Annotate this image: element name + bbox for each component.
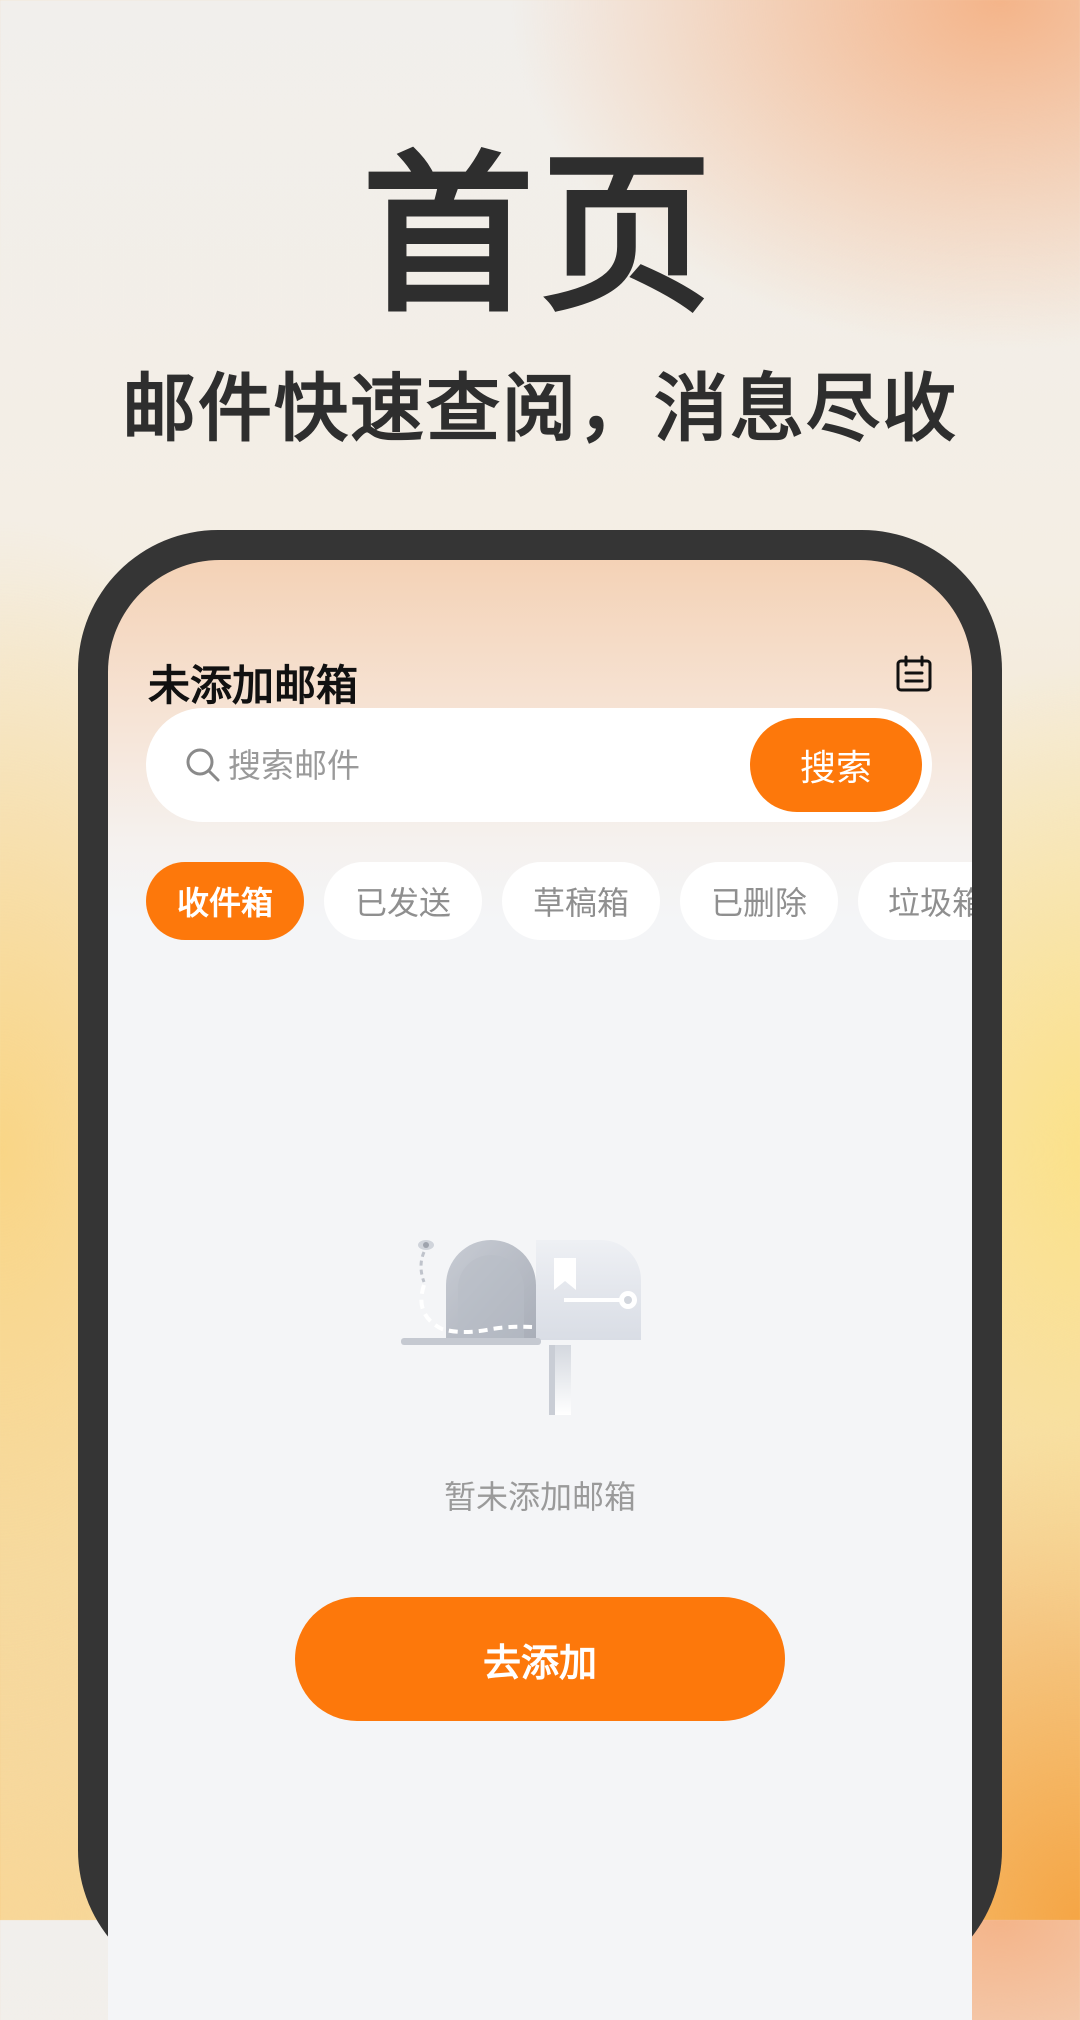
tab-trash[interactable]: 垃圾箱 xyxy=(858,862,972,940)
search-input[interactable] xyxy=(228,738,648,792)
tab-sent[interactable]: 已发送 xyxy=(324,862,482,940)
search-icon xyxy=(186,748,220,782)
add-mailbox-button[interactable]: 去添加 xyxy=(295,1597,785,1721)
phone-frame: 未添加邮箱 搜索 收件箱 已发送 草稿箱 已删除 垃圾箱 xyxy=(78,530,1002,2020)
mailbox-illustration xyxy=(401,1240,641,1415)
app-screen: 未添加邮箱 搜索 收件箱 已发送 草稿箱 已删除 垃圾箱 xyxy=(108,560,972,2020)
promo-headline: 首页 xyxy=(362,135,718,336)
search-button[interactable]: 搜索 xyxy=(750,718,922,812)
search-bar: 搜索 xyxy=(146,708,932,822)
tab-deleted[interactable]: 已删除 xyxy=(680,862,838,940)
tab-drafts[interactable]: 草稿箱 xyxy=(502,862,660,940)
folder-tabs: 收件箱 已发送 草稿箱 已删除 垃圾箱 xyxy=(146,862,972,940)
calendar-icon[interactable] xyxy=(894,654,934,694)
app-title: 未添加邮箱 xyxy=(148,661,359,710)
empty-state-message: 暂未添加邮箱 xyxy=(443,1478,636,1516)
tab-inbox[interactable]: 收件箱 xyxy=(146,862,304,940)
promo-subline: 邮件快速查阅，消息尽收 xyxy=(122,366,958,452)
